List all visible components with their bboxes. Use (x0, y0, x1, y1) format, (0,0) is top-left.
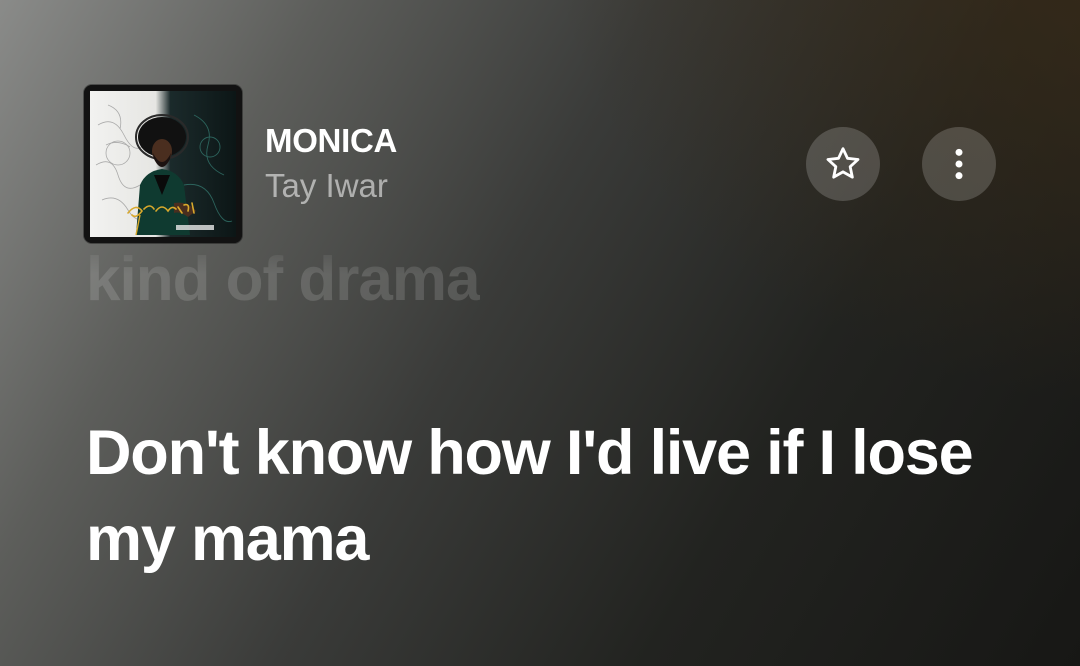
lyric-line-previous[interactable]: kind of drama (86, 246, 480, 308)
album-artwork-image (84, 85, 242, 243)
lyric-line-current[interactable]: Don't know how I'd live if I lose my mam… (86, 410, 1046, 582)
favorite-button[interactable] (806, 127, 880, 201)
more-vertical-icon (955, 148, 963, 180)
track-artist[interactable]: Tay Iwar (265, 167, 388, 205)
lyrics-view: MONICA Tay Iwar kind of drama Don't know… (0, 0, 1080, 666)
track-title: MONICA (265, 122, 398, 159)
album-artwork[interactable] (84, 85, 242, 243)
star-outline-icon (826, 147, 860, 179)
more-options-button[interactable] (922, 127, 996, 201)
